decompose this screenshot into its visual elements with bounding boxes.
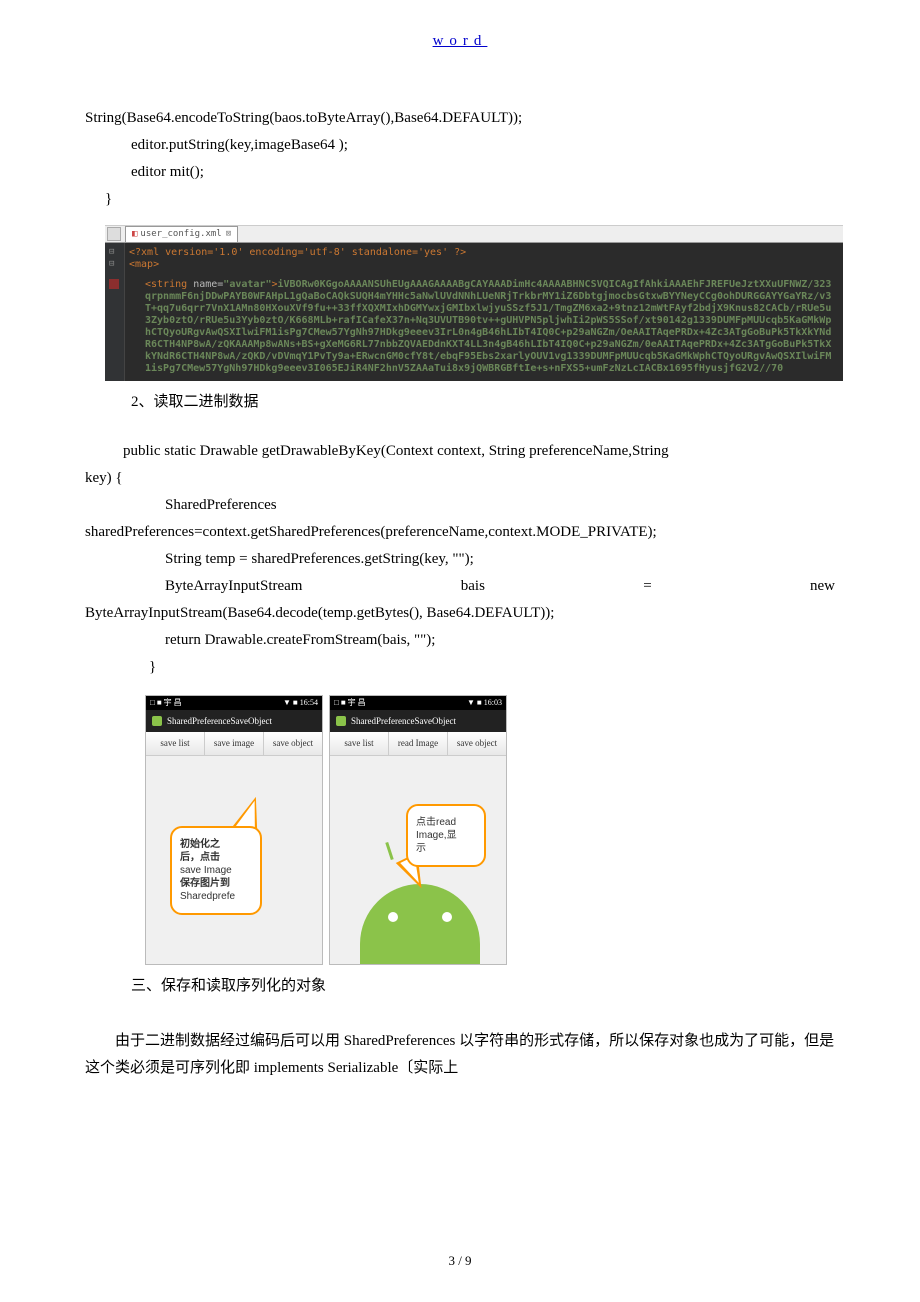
code-line: SharedPreferences bbox=[85, 492, 835, 519]
xml-file-icon: ◧ bbox=[132, 229, 137, 240]
code-line: } bbox=[85, 186, 835, 213]
bubble-text: Sharedprefe bbox=[180, 890, 252, 903]
code-line: String(Base64.encodeToString(baos.toByte… bbox=[85, 105, 835, 132]
robot-head bbox=[360, 884, 480, 964]
status-left: □ ■ 宇 昌 bbox=[334, 696, 366, 710]
page-number: 3 / 9 bbox=[0, 1249, 920, 1272]
section-heading: 三、保存和读取序列化的对象 bbox=[85, 973, 835, 1000]
header-link[interactable]: word bbox=[433, 33, 488, 49]
base64-content: iVBORw0KGgoAAAANSUhEUgAAAGAAAABgCAYAAADi… bbox=[145, 279, 831, 374]
phone-body: 初始化之 后，点击 save Image 保存图片到 Sharedprefe bbox=[146, 756, 322, 964]
robot-antenna bbox=[385, 842, 393, 860]
speech-bubble: 初始化之 后，点击 save Image 保存图片到 Sharedprefe bbox=[170, 826, 262, 915]
save-object-button[interactable]: save object bbox=[448, 732, 506, 755]
phone-screenshots: □ ■ 宇 昌 ▼ ■ 16:54 SharedPreferenceSaveOb… bbox=[145, 695, 835, 965]
code-line: sharedPreferences=context.getSharedPrefe… bbox=[85, 519, 835, 546]
tab-icon bbox=[107, 227, 121, 241]
code-token: = bbox=[643, 573, 651, 600]
app-title: SharedPreferenceSaveObject bbox=[167, 713, 272, 729]
bubble-text: 保存图片到 bbox=[180, 877, 252, 890]
bubble-text: 后，点击 bbox=[180, 851, 252, 864]
robot-eye bbox=[388, 912, 398, 922]
code-line: ByteArrayInputStream bais = new bbox=[85, 573, 835, 600]
status-bar: □ ■ 宇 昌 ▼ ■ 16:54 bbox=[146, 696, 322, 710]
code-line: public static Drawable getDrawableByKey(… bbox=[85, 438, 835, 465]
xml-attr: name= bbox=[193, 279, 223, 290]
app-bar: SharedPreferenceSaveObject bbox=[330, 710, 506, 732]
phone-body: 点击read Image,显 示 bbox=[330, 756, 506, 964]
code-line: return Drawable.createFromStream(bais, "… bbox=[85, 627, 835, 654]
app-title: SharedPreferenceSaveObject bbox=[351, 713, 456, 729]
save-object-button[interactable]: save object bbox=[264, 732, 322, 755]
status-right: ▼ ■ 16:03 bbox=[467, 696, 502, 710]
page-header: word bbox=[0, 0, 920, 65]
bubble-text: Image,显 bbox=[416, 829, 476, 842]
save-list-button[interactable]: save list bbox=[330, 732, 389, 755]
active-tab[interactable]: ◧ user_config.xml ⊠ bbox=[125, 226, 238, 242]
editor-tabs: ◧ user_config.xml ⊠ bbox=[105, 225, 843, 243]
robot-eye bbox=[442, 912, 452, 922]
status-left: □ ■ 宇 昌 bbox=[150, 696, 182, 710]
app-bar: SharedPreferenceSaveObject bbox=[146, 710, 322, 732]
bubble-text: save Image bbox=[180, 864, 252, 877]
code-line: editor.putString(key,imageBase64 ); bbox=[85, 132, 835, 159]
section-heading: 2、读取二进制数据 bbox=[85, 389, 835, 416]
fold-marker: ⊟ bbox=[109, 247, 114, 258]
document-body: String(Base64.encodeToString(baos.toByte… bbox=[0, 65, 920, 1082]
paragraph: 由于二进制数据经过编码后可以用 SharedPreferences 以字符串的形… bbox=[85, 1028, 835, 1082]
xml-code-screenshot: ◧ user_config.xml ⊠ ⊟ ⊟ <?xml version='1… bbox=[105, 225, 843, 381]
app-icon bbox=[152, 716, 162, 726]
app-icon bbox=[336, 716, 346, 726]
code-token: new bbox=[810, 573, 835, 600]
code-token: bais bbox=[461, 573, 485, 600]
save-image-button[interactable]: save image bbox=[205, 732, 264, 755]
tab-filename: user_config.xml bbox=[140, 229, 221, 240]
button-row: save list save image save object bbox=[146, 732, 322, 756]
code-line: ByteArrayInputStream(Base64.decode(temp.… bbox=[85, 600, 835, 627]
close-tab-icon[interactable]: ⊠ bbox=[226, 229, 231, 240]
xml-attr-value: "avatar" bbox=[223, 279, 271, 290]
editor-gutter: ⊟ ⊟ bbox=[105, 243, 125, 381]
code-line: String temp = sharedPreferences.getStrin… bbox=[85, 546, 835, 573]
xml-decl: <?xml version='1.0' encoding='utf-8' sta… bbox=[129, 247, 466, 258]
code-line: } bbox=[85, 654, 835, 681]
bubble-text: 示 bbox=[416, 842, 476, 855]
breakpoint-marker bbox=[109, 279, 119, 289]
status-bar: □ ■ 宇 昌 ▼ ■ 16:03 bbox=[330, 696, 506, 710]
code-line: key) { bbox=[85, 465, 835, 492]
xml-tag: <string bbox=[145, 279, 187, 290]
phone-screenshot-2: □ ■ 宇 昌 ▼ ■ 16:03 SharedPreferenceSaveOb… bbox=[329, 695, 507, 965]
xml-content: ⊟ ⊟ <?xml version='1.0' encoding='utf-8'… bbox=[105, 243, 843, 381]
status-right: ▼ ■ 16:54 bbox=[283, 696, 318, 710]
save-list-button[interactable]: save list bbox=[146, 732, 205, 755]
xml-tag: <map> bbox=[129, 259, 159, 270]
code-line: editor mit(); bbox=[85, 159, 835, 186]
phone-screenshot-1: □ ■ 宇 昌 ▼ ■ 16:54 SharedPreferenceSaveOb… bbox=[145, 695, 323, 965]
bubble-text: 点击read bbox=[416, 816, 476, 829]
code-token: ByteArrayInputStream bbox=[165, 573, 302, 600]
button-row: save list read Image save object bbox=[330, 732, 506, 756]
fold-marker: ⊟ bbox=[109, 259, 114, 270]
read-image-button[interactable]: read Image bbox=[389, 732, 448, 755]
speech-bubble: 点击read Image,显 示 bbox=[406, 804, 486, 867]
bubble-text: 初始化之 bbox=[180, 838, 252, 851]
